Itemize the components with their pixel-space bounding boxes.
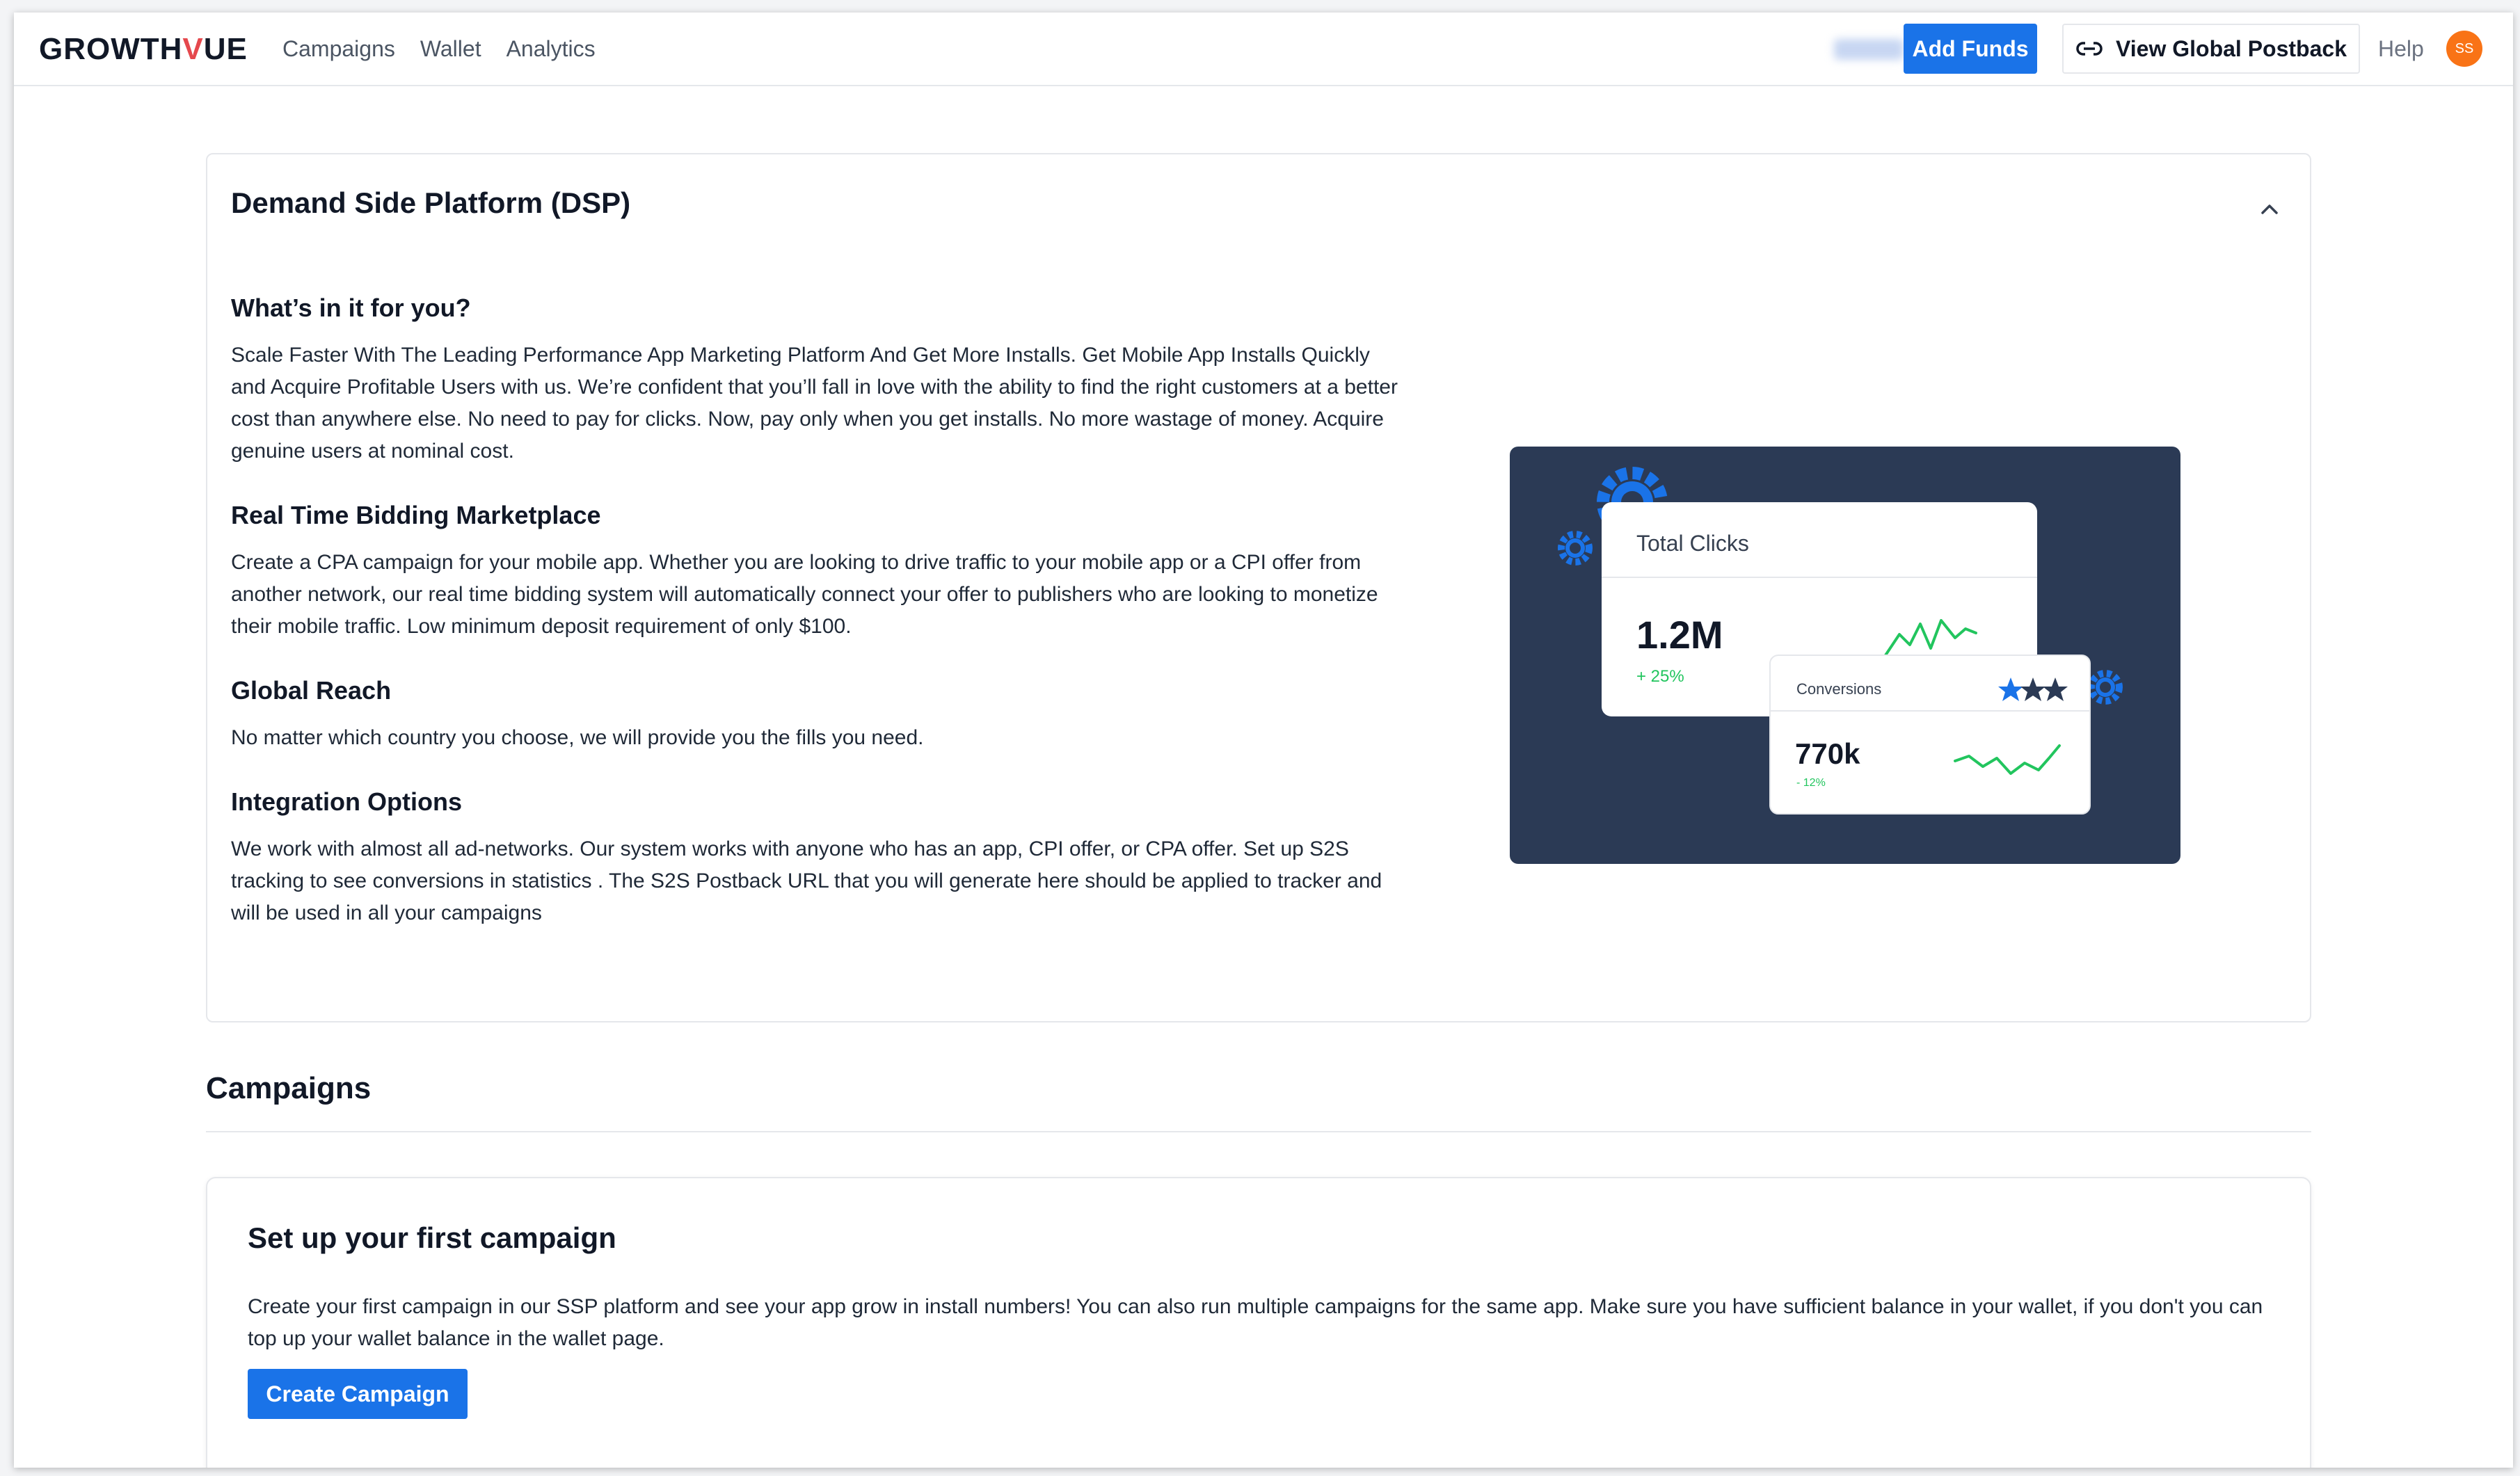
gear-icon [1558, 531, 1593, 565]
section-heading-benefits: What’s in it for you? [231, 294, 471, 322]
section-text-global-reach: No matter which country you choose, we w… [231, 726, 924, 749]
conversions-card [1769, 655, 2091, 815]
wallet-balance-blurred [1834, 39, 1904, 60]
dsp-description: What’s in it for you? Scale Faster With … [231, 294, 1400, 963]
campaigns-section-title: Campaigns [206, 1071, 372, 1105]
section-heading-global-reach: Global Reach [231, 676, 392, 705]
first-campaign-card: Set up your first campaign Create your f… [206, 1177, 2311, 1468]
nav-analytics[interactable]: Analytics [507, 36, 596, 62]
link-icon [2076, 40, 2103, 57]
dsp-title: Demand Side Platform (DSP) [231, 186, 631, 219]
nav-campaigns[interactable]: Campaigns [282, 36, 395, 62]
section-text-rtb: Create a CPA campaign for your mobile ap… [231, 551, 1378, 638]
chevron-up-icon[interactable] [2257, 196, 2282, 221]
brand-logo[interactable]: GROWTHVUE [39, 32, 248, 67]
first-campaign-title: Set up your first campaign [248, 1221, 616, 1254]
section-heading-rtb: Real Time Bidding Marketplace [231, 501, 601, 529]
view-global-postback-label: View Global Postback [2116, 35, 2347, 61]
conversions-value: 770k [1795, 737, 1860, 770]
create-campaign-button[interactable]: Create Campaign [248, 1369, 468, 1419]
section-divider [206, 1131, 2311, 1132]
main-nav: Campaigns Wallet Analytics [282, 36, 596, 62]
first-campaign-text: Create your first campaign in our SSP pl… [248, 1295, 2263, 1350]
total-clicks-label: Total Clicks [1636, 531, 1749, 556]
view-global-postback-button[interactable]: View Global Postback [2062, 24, 2360, 74]
section-text-benefits: Scale Faster With The Leading Performanc… [231, 344, 1398, 463]
app-window: GROWTHVUE Campaigns Wallet Analytics Add… [14, 13, 2513, 1468]
add-funds-button[interactable]: Add Funds [1904, 24, 2037, 74]
total-clicks-value: 1.2M [1636, 613, 1723, 657]
dsp-illustration: Total Clicks 1.2M + 25% Conversions 770k… [1510, 447, 2180, 864]
dsp-info-card: Demand Side Platform (DSP) What’s in it … [206, 153, 2311, 1022]
conversions-change: - 12% [1796, 777, 1826, 789]
section-text-integration: We work with almost all ad-networks. Our… [231, 837, 1382, 924]
top-navbar: GROWTHVUE Campaigns Wallet Analytics Add… [14, 13, 2513, 86]
total-clicks-change: + 25% [1636, 667, 1684, 686]
conversions-label: Conversions [1796, 680, 1881, 698]
help-link[interactable]: Help [2378, 36, 2424, 62]
illustration-graphic: Total Clicks 1.2M + 25% Conversions 770k… [1558, 467, 2123, 815]
section-heading-integration: Integration Options [231, 787, 462, 816]
nav-wallet[interactable]: Wallet [420, 36, 481, 62]
gear-icon [2088, 670, 2123, 705]
user-avatar[interactable]: SS [2446, 31, 2482, 67]
